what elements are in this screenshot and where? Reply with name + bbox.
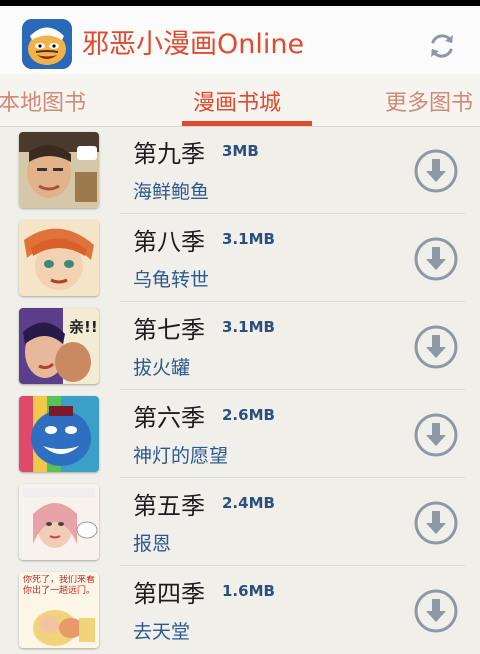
thumbnail-caption: 亲!! [69, 318, 98, 336]
comic-thumbnail [19, 484, 99, 560]
download-icon [414, 589, 458, 633]
list-item[interactable]: 第九季 3MB 海鲜鲍鱼 [0, 126, 480, 214]
episode-subtitle: 乌龟转世 [133, 269, 210, 291]
list-item[interactable]: 你死了，我们来看你出了一趟远门。 第四季 1.6MB 去天堂 [0, 566, 480, 654]
comic-thumbnail: 亲!! [19, 308, 99, 384]
tab-comic-store[interactable]: 漫画书城 [193, 85, 281, 117]
season-title: 第七季 [133, 316, 205, 344]
tab-more-books[interactable]: 更多图书 [385, 85, 473, 117]
download-button[interactable] [413, 236, 459, 282]
season-title: 第六季 [133, 404, 205, 432]
file-size: 3.1MB [222, 230, 275, 248]
comic-thumbnail: 你死了，我们来看你出了一趟远门。 [19, 572, 99, 648]
episode-subtitle: 神灯的愿望 [133, 445, 229, 467]
download-button[interactable] [413, 412, 459, 458]
file-size: 1.6MB [222, 582, 275, 600]
list-item[interactable]: 第六季 2.6MB 神灯的愿望 [0, 390, 480, 478]
list-item[interactable]: 第八季 3.1MB 乌龟转世 [0, 214, 480, 302]
comic-list: 第九季 3MB 海鲜鲍鱼 第八季 3.1MB 乌龟转世 亲!! 第七季 3.1M… [0, 126, 480, 654]
season-title: 第九季 [133, 140, 205, 168]
comic-thumbnail [19, 396, 99, 472]
season-title: 第四季 [133, 580, 205, 608]
file-size: 2.4MB [222, 494, 275, 512]
list-item[interactable]: 亲!! 第七季 3.1MB 拔火罐 [0, 302, 480, 390]
download-button[interactable] [413, 324, 459, 370]
file-size: 3.1MB [222, 318, 275, 336]
comic-thumbnail [19, 220, 99, 296]
file-size: 2.6MB [222, 406, 275, 424]
season-title: 第八季 [133, 228, 205, 256]
tab-bar: 本地图书 漫画书城 更多图书 [0, 74, 480, 127]
refresh-button[interactable] [424, 28, 460, 64]
episode-subtitle: 拔火罐 [133, 357, 191, 379]
comic-thumbnail [19, 132, 99, 208]
download-button[interactable] [413, 148, 459, 194]
download-button[interactable] [413, 588, 459, 634]
refresh-icon [431, 34, 453, 58]
list-item[interactable]: 第五季 2.4MB 报恩 [0, 478, 480, 566]
thumbnail-caption: 你死了，我们来看你出了一趟远门。 [23, 575, 95, 596]
file-size: 3MB [222, 142, 259, 160]
tab-local-books[interactable]: 本地图书 [0, 85, 86, 117]
download-icon [414, 325, 458, 369]
episode-subtitle: 报恩 [133, 533, 172, 555]
download-button[interactable] [413, 500, 459, 546]
season-title: 第五季 [133, 492, 205, 520]
episode-subtitle: 海鲜鲍鱼 [133, 181, 210, 203]
episode-subtitle: 去天堂 [133, 621, 191, 643]
app-title: 邪恶小漫画Online [82, 29, 305, 60]
download-icon [414, 149, 458, 193]
app-icon [22, 19, 72, 69]
download-icon [414, 413, 458, 457]
download-icon [414, 237, 458, 281]
download-icon [414, 501, 458, 545]
app-bar: 邪恶小漫画Online [0, 6, 480, 75]
